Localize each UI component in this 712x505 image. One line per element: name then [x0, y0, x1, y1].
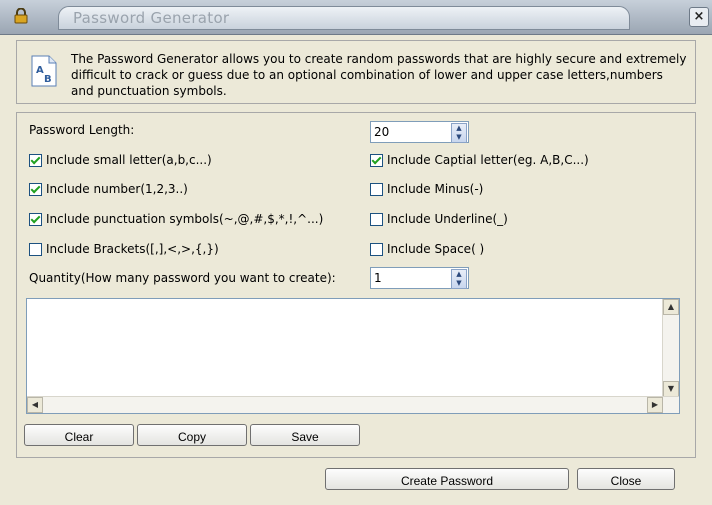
password-length-value[interactable]: 20: [374, 125, 389, 139]
checkbox-label: Include number(1,2,3..): [46, 182, 188, 196]
scroll-left-icon[interactable]: ◀: [27, 397, 43, 413]
checkbox-number[interactable]: Include number(1,2,3..): [29, 182, 188, 196]
svg-text:A: A: [36, 65, 44, 76]
checkbox-label: Include small letter(a,b,c...): [46, 153, 212, 167]
checkbox-space[interactable]: Include Space( ): [370, 242, 484, 256]
spin-buttons[interactable]: ▲ ▼: [451, 123, 467, 143]
quantity-label: Quantity(How many password you want to c…: [29, 271, 336, 285]
lock-icon: [14, 8, 28, 24]
checkbox-label: Include Space( ): [387, 242, 485, 256]
password-length-label: Password Length:: [29, 123, 135, 137]
checkbox-punctuation[interactable]: Include punctuation symbols(~,@,#,$,*,!,…: [29, 212, 323, 226]
spin-down-icon[interactable]: ▼: [452, 133, 466, 142]
checkbox-box[interactable]: [29, 153, 42, 167]
checkbox-box[interactable]: [370, 153, 383, 167]
create-password-button[interactable]: Create Password: [325, 468, 569, 490]
title-tab: Password Generator: [58, 6, 630, 30]
spin-buttons[interactable]: ▲ ▼: [451, 269, 467, 289]
window-title: Password Generator: [73, 9, 230, 27]
checkbox-box[interactable]: [29, 182, 42, 196]
checkbox-box[interactable]: [370, 242, 383, 256]
checkbox-capital-letter[interactable]: Include Captial letter(eg. A,B,C...): [370, 153, 589, 167]
spin-up-icon[interactable]: ▲: [452, 270, 466, 279]
quantity-spinner[interactable]: 1 ▲ ▼: [370, 267, 469, 289]
checkbox-minus[interactable]: Include Minus(-): [370, 182, 483, 196]
checkbox-label: Include Captial letter(eg. A,B,C...): [387, 153, 589, 167]
checkbox-small-letter[interactable]: Include small letter(a,b,c...): [29, 153, 212, 167]
svg-text:B: B: [44, 74, 52, 85]
horizontal-scrollbar[interactable]: ◀ ▶: [27, 396, 679, 413]
quantity-value[interactable]: 1: [374, 271, 382, 285]
options-panel: Password Length: 20 ▲ ▼ Include small le…: [16, 112, 696, 458]
checkbox-box[interactable]: [29, 242, 42, 256]
close-icon[interactable]: ×: [689, 7, 709, 27]
checkbox-label: Include Minus(-): [387, 182, 484, 196]
close-button[interactable]: Close: [577, 468, 675, 490]
checkbox-box[interactable]: [370, 212, 383, 226]
checkbox-box[interactable]: [29, 212, 42, 226]
copy-button[interactable]: Copy: [137, 424, 247, 446]
document-ab-icon: A B: [31, 55, 57, 87]
info-box: A B The Password Generator allows you to…: [16, 40, 696, 104]
password-output-area[interactable]: ▲ ▼ ◀ ▶: [26, 298, 680, 414]
scroll-up-icon[interactable]: ▲: [663, 299, 679, 315]
checkbox-label: Include punctuation symbols(~,@,#,$,*,!,…: [46, 212, 324, 226]
clear-button[interactable]: Clear: [24, 424, 134, 446]
title-bar: Password Generator ×: [0, 0, 712, 35]
checkbox-brackets[interactable]: Include Brackets([,],<,>,{,}): [29, 242, 219, 256]
checkbox-label: Include Brackets([,],<,>,{,}): [46, 242, 219, 256]
info-description: The Password Generator allows you to cre…: [71, 52, 687, 98]
spin-up-icon[interactable]: ▲: [452, 124, 466, 133]
checkbox-box[interactable]: [370, 182, 383, 196]
password-length-spinner[interactable]: 20 ▲ ▼: [370, 121, 469, 143]
checkbox-label: Include Underline(_): [387, 212, 508, 226]
scroll-right-icon[interactable]: ▶: [647, 397, 663, 413]
vertical-scrollbar[interactable]: ▲ ▼: [662, 299, 679, 397]
save-button[interactable]: Save: [250, 424, 360, 446]
spin-down-icon[interactable]: ▼: [452, 279, 466, 288]
checkbox-underline[interactable]: Include Underline(_): [370, 212, 508, 226]
scroll-down-icon[interactable]: ▼: [663, 381, 679, 397]
